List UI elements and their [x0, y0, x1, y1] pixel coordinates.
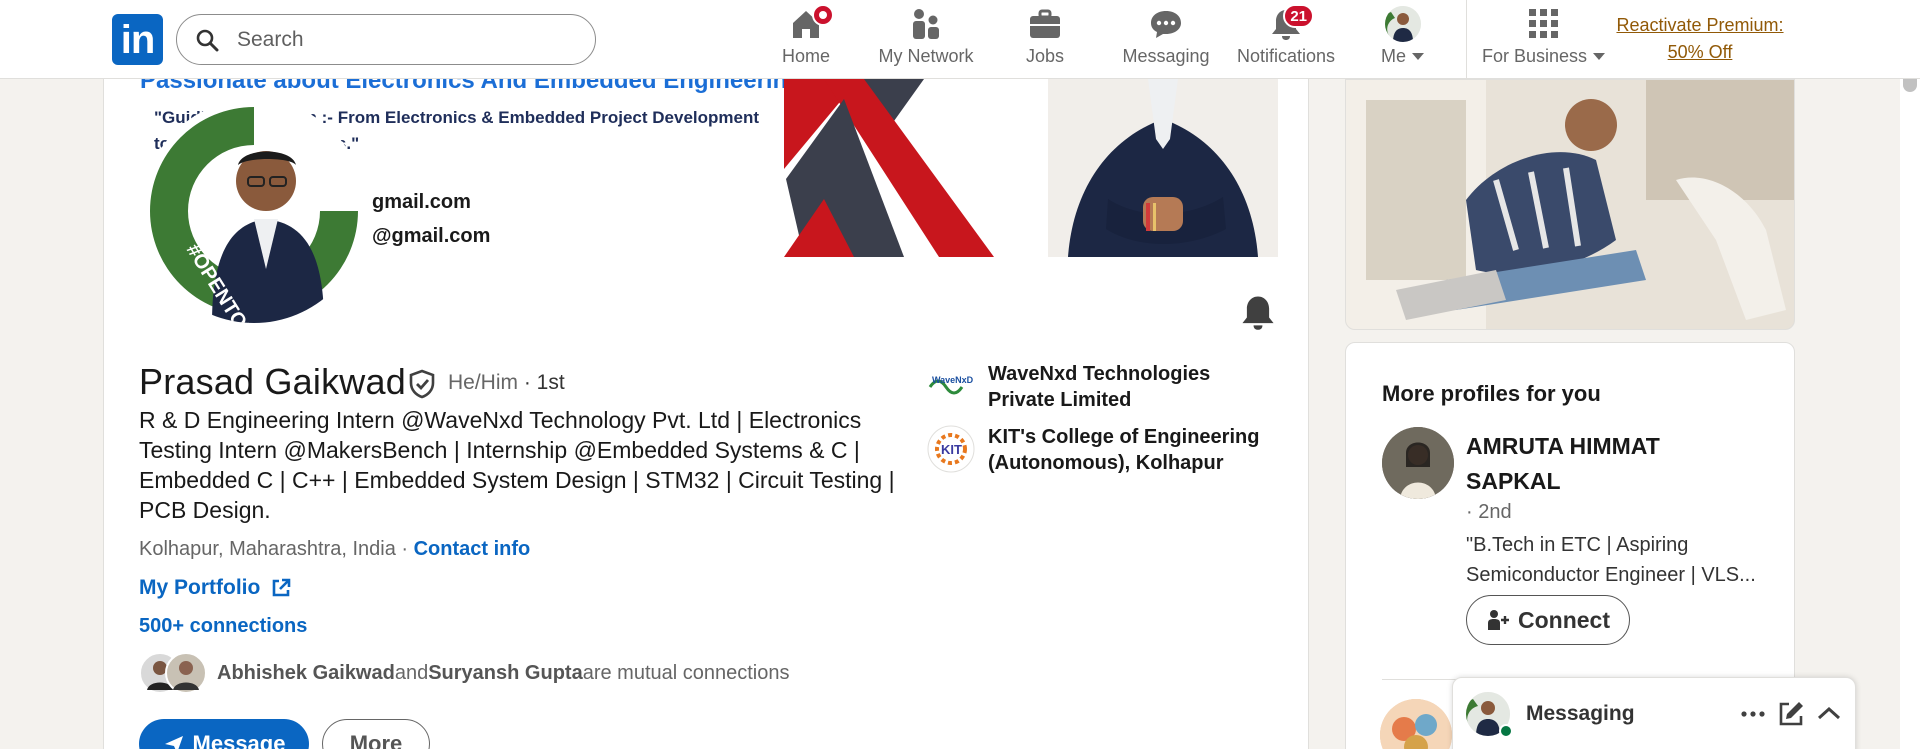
- linkedin-logo[interactable]: in: [112, 14, 163, 65]
- mutual-name-2: Suryansh Gupta: [428, 661, 583, 684]
- connection-degree: · 1st: [523, 371, 565, 394]
- nav-notifications[interactable]: 21 Notifications: [1234, 4, 1338, 74]
- pronouns-degree: He/Him · 1st: [448, 371, 565, 395]
- connect-button-label: Connect: [1518, 606, 1610, 633]
- mutual-and: and: [394, 661, 429, 684]
- mutual-avatars: [139, 652, 207, 694]
- mutual-connections[interactable]: Abhishek Gaikwad and Suryansh Gupta are …: [139, 652, 790, 694]
- search-input[interactable]: [237, 27, 567, 52]
- messaging-overlay[interactable]: Messaging: [1452, 677, 1856, 749]
- contact-info-link[interactable]: Contact info: [414, 538, 531, 560]
- suggested-profile-avatar-2[interactable]: [1380, 699, 1452, 749]
- location: Kolhapur, Maharashtra, India: [139, 538, 396, 560]
- nav-my-network-label: My Network: [878, 46, 974, 66]
- search-box[interactable]: [176, 14, 596, 65]
- suggested-profile-name[interactable]: AMRUTA HIMMAT SAPKAL: [1466, 429, 1756, 499]
- nav-jobs-label: Jobs: [1025, 46, 1065, 66]
- connect-button[interactable]: Connect: [1466, 595, 1630, 645]
- pronouns: He/Him: [448, 371, 519, 394]
- location-line: Kolhapur, Maharashtra, India · Contact i…: [139, 538, 530, 561]
- promo-image-card[interactable]: [1345, 79, 1795, 330]
- nav-my-network[interactable]: My Network: [874, 6, 978, 74]
- profile-name: Prasad Gaikwad: [139, 361, 406, 402]
- apps-grid-icon: [1526, 6, 1562, 42]
- banner-email-1: gmail.com: [372, 191, 471, 213]
- nav-me-label: Me: [1381, 46, 1425, 67]
- bell-icon: [1242, 296, 1274, 330]
- current-company[interactable]: WaveNxD WaveNxd Technologies Private Lim…: [926, 361, 1278, 413]
- network-icon: [908, 6, 944, 42]
- send-icon: [164, 736, 183, 749]
- online-status-dot: [1499, 724, 1513, 738]
- portfolio-link[interactable]: My Portfolio: [139, 576, 292, 600]
- company-name: WaveNxd Technologies Private Limited: [988, 363, 1211, 411]
- profile-card: Passionate about Electronics And Embedde…: [103, 79, 1309, 749]
- notification-dot: [812, 4, 834, 26]
- reactivate-premium-link[interactable]: Reactivate Premium: 50% Off: [1608, 12, 1792, 66]
- kit-logo-text: KIT: [941, 442, 962, 457]
- suggested-profile-headline: "B.Tech in ETC | Aspiring Semiconductor …: [1466, 534, 1756, 586]
- nav-home[interactable]: Home: [776, 4, 836, 74]
- nav-home-label: Home: [781, 46, 830, 66]
- wavenxd-logo: WaveNxD: [926, 361, 976, 411]
- follow-notifications-button[interactable]: [1238, 292, 1278, 332]
- premium-line-1: Reactivate Premium:: [1616, 15, 1784, 35]
- nav-messaging-label: Messaging: [1122, 46, 1210, 66]
- top-navigation: in Home My Network: [0, 0, 1920, 79]
- connections-link[interactable]: 500+ connections: [139, 615, 307, 638]
- add-person-icon: [1488, 610, 1509, 630]
- school-name: KIT's College of Engineering (Autonomous…: [988, 426, 1260, 474]
- banner-person-photo: [1048, 79, 1278, 257]
- premium-line-2: 50% Off: [1667, 42, 1733, 62]
- nav-for-business[interactable]: For Business: [1482, 6, 1606, 74]
- wavenxd-logo-text: WaveNxD: [932, 375, 974, 385]
- page-scrollbar[interactable]: [1900, 0, 1920, 749]
- kit-college-logo: KIT: [927, 425, 975, 473]
- briefcase-icon: [1027, 6, 1063, 42]
- nav-for-business-label: For Business: [1482, 46, 1606, 67]
- caret-down-icon: [1412, 53, 1425, 60]
- banner-logo-graphic: [784, 79, 994, 257]
- portfolio-label: My Portfolio: [139, 576, 261, 599]
- verified-shield-icon[interactable]: [407, 369, 437, 399]
- notifications-count-badge: 21: [1283, 4, 1314, 28]
- nav-divider: [1466, 0, 1467, 79]
- more-profiles-title: More profiles for you: [1382, 381, 1601, 406]
- message-button[interactable]: Message: [139, 719, 309, 749]
- messaging-title: Messaging: [1526, 702, 1635, 725]
- more-options-icon[interactable]: [1737, 698, 1769, 730]
- message-button-label: Message: [192, 731, 286, 749]
- nav-notifications-label: Notifications: [1236, 46, 1336, 66]
- search-icon: [196, 29, 219, 51]
- location-separator: ·: [395, 538, 414, 560]
- education-school[interactable]: KIT KIT's College of Engineering (Autono…: [926, 424, 1278, 476]
- caret-down-icon: [1593, 53, 1606, 60]
- mutual-suffix: are mutual connections: [582, 661, 790, 684]
- more-button[interactable]: More: [322, 719, 430, 749]
- bell-icon: 21: [1268, 4, 1314, 42]
- nav-jobs[interactable]: Jobs: [1025, 6, 1065, 74]
- external-link-icon: [273, 578, 291, 597]
- compose-icon[interactable]: [1775, 698, 1807, 730]
- nav-messaging[interactable]: Messaging: [1120, 6, 1212, 74]
- profile-photo[interactable]: #OPENTOWORK: [142, 99, 366, 323]
- banner-title: Passionate about Electronics And Embedde…: [140, 79, 802, 94]
- messaging-icon: [1148, 6, 1184, 42]
- chevron-up-icon[interactable]: [1813, 698, 1845, 730]
- nav-me[interactable]: Me: [1378, 6, 1428, 74]
- mutual-name-1: Abhishek Gaikwad: [217, 661, 395, 684]
- suggested-profile-avatar[interactable]: [1382, 427, 1454, 499]
- me-avatar: [1385, 6, 1421, 42]
- suggested-profile-degree: · 2nd: [1466, 501, 1512, 523]
- banner-email-2: @gmail.com: [372, 225, 491, 247]
- profile-headline: R & D Engineering Intern @WaveNxd Techno…: [139, 407, 895, 523]
- home-icon: [788, 4, 834, 42]
